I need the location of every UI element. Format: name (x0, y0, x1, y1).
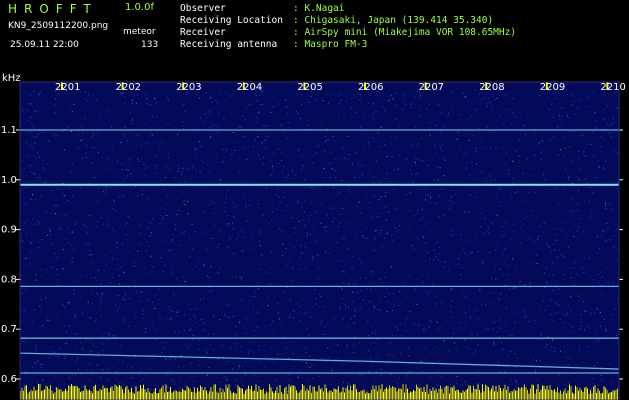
x-tick-label: 2202 (116, 82, 141, 93)
x-tick-label: 2201 (55, 82, 80, 93)
y-tick-label: 1.1 (1, 125, 17, 136)
x-tick-label: 2208 (479, 82, 504, 93)
y-tick-label: 0.9 (1, 225, 17, 236)
y-tick-label: 0.7 (1, 324, 17, 335)
x-tick-label: 2210 (600, 82, 625, 93)
x-tick-label: 2207 (419, 82, 444, 93)
x-tick-label: 2204 (237, 82, 262, 93)
y-tick-label: 0.6 (1, 374, 17, 385)
y-tick-label: 1.0 (1, 175, 17, 186)
x-tick-label: 2206 (358, 82, 383, 93)
x-tick-label: 2203 (176, 82, 201, 93)
x-tick-label: 2209 (540, 82, 565, 93)
x-tick-label: 2205 (297, 82, 322, 93)
y-tick-label: 0.8 (1, 274, 17, 285)
spectrogram: 2201 2202 2203 2204 2205 2206 2207 2208 2209 2210… (1, 81, 626, 400)
